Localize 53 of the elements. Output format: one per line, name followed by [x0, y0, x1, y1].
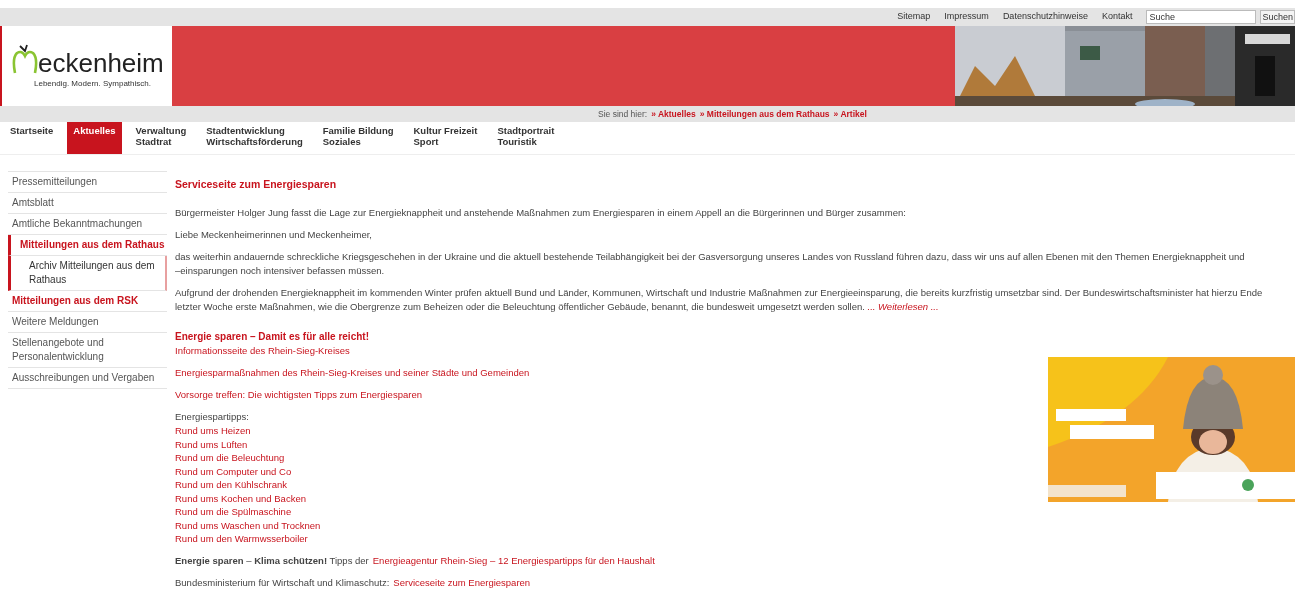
apple-icon	[12, 42, 38, 76]
read-more-link[interactable]: ... Weiterlesen ...	[867, 301, 939, 312]
sidebar-item[interactable]: Weitere Meldungen	[8, 312, 167, 333]
sidebar-item[interactable]: Pressemitteilungen	[8, 172, 167, 193]
top-link[interactable]: Datenschutzhinweise	[1002, 10, 1088, 24]
article-link[interactable]: Vorsorge treffen: Die wichtigsten Tipps zum Energiesparen	[175, 388, 422, 402]
top-link[interactable]: Kontakt	[1101, 10, 1133, 24]
sidebar-item[interactable]: Ausschreibungen und Vergaben	[8, 368, 167, 389]
tip-link[interactable]: Rund um die Beleuchtung	[175, 451, 285, 465]
sidebar-item[interactable]: Archiv Mitteilungen aus dem Rathaus	[8, 256, 167, 291]
logo-wordmark: eckenheim	[38, 50, 164, 76]
nav-tab[interactable]: Familie Bildung Soziales	[316, 122, 400, 154]
article-title: Serviceseite zum Energiesparen	[175, 177, 338, 191]
footer-link[interactable]: Serviceseite zum Energiesparen	[393, 575, 531, 590]
tip-link[interactable]: Rund um die Spülmaschine	[175, 505, 292, 519]
article-paragraph: das weiterhin andauernde schreckliche Kriegsgeschehen in der Ukraine und die aktuell bestehende Teilabhängigkeit bei der Gasversorgung unseres Landes von Russland führen dazu, dass wir uns auf allen Ebenen mit den Themen Energieknappheit und –einsparungen noch intensiver befassen müssen.	[175, 250, 1246, 278]
sidebar-item[interactable]: Mitteilungen aus dem Rathaus	[8, 235, 167, 256]
tip-link[interactable]: Rund um den Warmwsserboiler	[175, 532, 308, 546]
footer-link[interactable]: Energieagentur Rhein-Sieg – 12 Energiespartipps für den Haushalt	[372, 553, 655, 568]
top-link[interactable]: Sitemap	[897, 10, 931, 24]
article-link[interactable]: Energiesparmaßnahmen des Rhein-Sieg-Kreises und seiner Städte und Gemeinden	[175, 366, 530, 380]
tip-link[interactable]: Rund um Computer und Co	[175, 464, 292, 478]
tip-link[interactable]: Rund um den Kühlschrank	[175, 478, 287, 492]
search-field[interactable]: Suche	[1146, 10, 1257, 24]
tip-link[interactable]: Rund ums Lüften	[175, 437, 248, 451]
article-paragraph: Bürgermeister Holger Jung fasst die Lage zur Energieknappheit und anstehende Maßnahmen zum Energiesparen in einem Appell an die Bürgerinnen und Bürger zusammen:	[175, 206, 907, 220]
nav-tab[interactable]: Verwaltung Stadtrat	[129, 122, 193, 154]
tips-label: Energiespartipps:	[175, 410, 250, 424]
tip-link[interactable]: Rund ums Kochen und Backen	[175, 491, 306, 505]
footer-text: Bundesministerium für Wirtschaft und Klimaschutz:	[175, 575, 390, 590]
breadcrumb-link[interactable]: » Mitteilungen aus dem Rathaus	[699, 107, 830, 121]
nav-tab[interactable]: Startseite	[4, 122, 60, 154]
nav-tab[interactable]: Stadtentwicklung Wirtschaftsförderung	[200, 122, 309, 154]
logo-tagline: Lebendig. Modern. Sympathisch.	[34, 78, 151, 90]
sidebar-item[interactable]: Amtliche Bekanntmachungen	[8, 214, 167, 235]
nav-tab[interactable]: Kultur Freizeit Sport	[407, 122, 484, 154]
article-paragraph: Aufgrund der drohenden Energieknappheit im kommenden Winter prüfen aktuell Bund und Länder, Kommunen, Wirtschaft und Industrie Maßnahmen zur Energieeinsparung, die bereits kurzfristig umsetzbar sind. Der Bundeswirtschaftsminister hat hierzu Ende letzter Woche erste Maßnahmen, wie die Obergrenze zum Beheizen oder die Beleuchtung öffentlicher Gebäude, benannt, die bundesweit umgesetzt werden sollen. ... Weiterlesen ...	[175, 286, 1264, 314]
section-heading: Energie sparen – Damit es für alle reicht!	[175, 330, 370, 344]
breadcrumb-label: Sie sind hier:	[598, 107, 648, 121]
sidebar-item[interactable]: Amtsblatt	[8, 193, 167, 214]
nav-tab[interactable]: Aktuelles	[67, 122, 122, 154]
breadcrumb-link[interactable]: » Aktuelles	[651, 107, 696, 121]
article-link[interactable]: Informationsseite des Rhein-Sieg-Kreises	[175, 344, 350, 358]
top-link[interactable]: Impressum	[944, 10, 989, 24]
footer-text: Energie sparen – Klima schützen! Tipps der	[175, 553, 369, 568]
tip-link[interactable]: Rund ums Heizen	[175, 424, 251, 438]
tip-link[interactable]: Rund ums Waschen und Trocknen	[175, 518, 321, 532]
breadcrumb-link[interactable]: » Artikel	[833, 107, 867, 121]
search-button[interactable]: Suchen	[1260, 10, 1295, 24]
article-paragraph: Liebe Meckenheimerinnen und Meckenheimer,	[175, 228, 373, 242]
sidebar-item[interactable]: Stellenangebote und Personalentwicklung	[8, 333, 167, 368]
nav-tab[interactable]: Stadtportrait Touristik	[491, 122, 561, 154]
sidebar-item[interactable]: Mitteilungen aus dem RSK	[8, 291, 167, 312]
